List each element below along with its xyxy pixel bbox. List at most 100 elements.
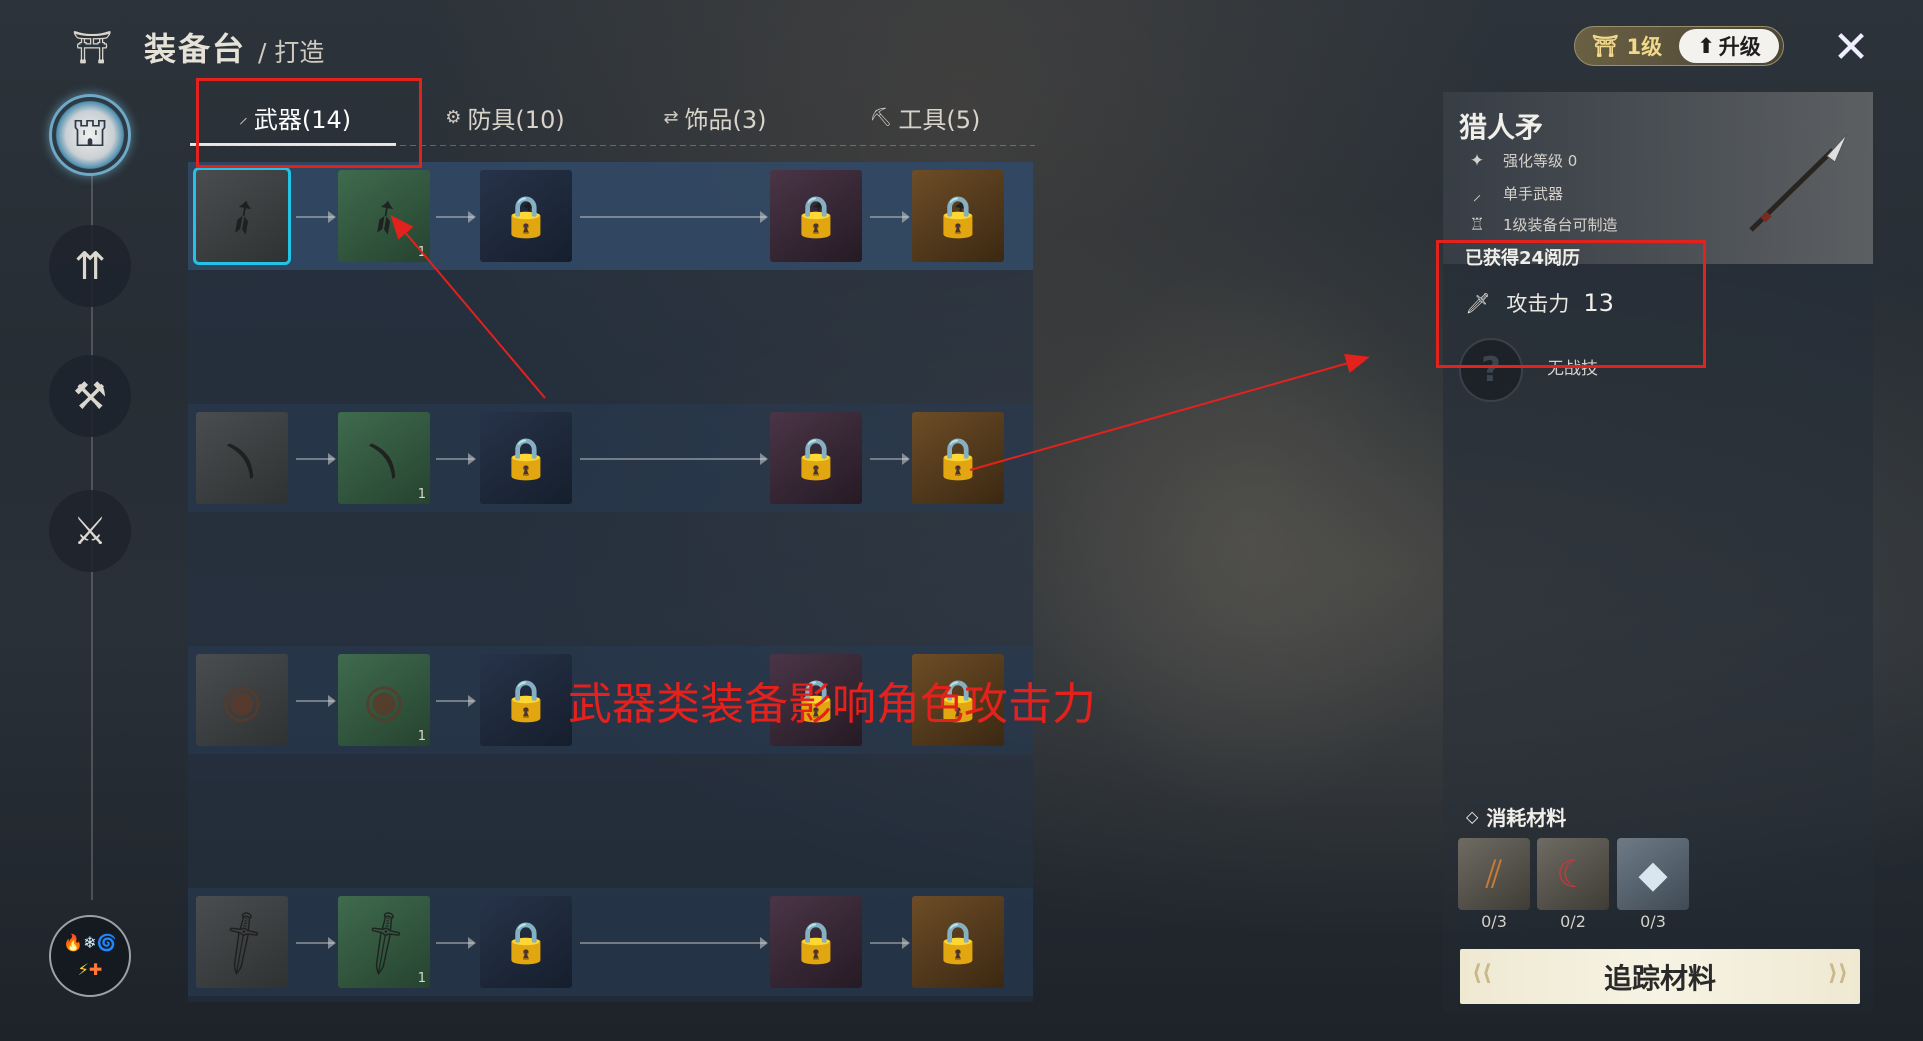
track-materials-label: 追踪材料 [1603, 961, 1716, 995]
sparkle-icon: ✦ [1469, 150, 1485, 171]
upgrade-arrow [580, 211, 768, 223]
lock-icon: 🔒 [791, 919, 841, 966]
item-slot-spear-locked-2[interactable]: ➶ 🔒 [770, 170, 862, 262]
crafting-grid: ➶ ➶ 1 ➶ 🔒 ➶ 🔒 ➶ 🔒 ) ) 1 🔒 🔒 🔒 ◉ ◉ 1 🔒 🔒 … [188, 162, 1033, 1002]
upgrade-arrow [870, 453, 910, 465]
anvil-icon: ⛩ [1591, 33, 1619, 58]
fire-icon: 🔥 [63, 933, 84, 952]
upgrade-arrow [436, 211, 476, 223]
upgrade-button[interactable]: ⬆ 升级 [1679, 29, 1779, 63]
rail-tools-button[interactable]: ⚒ [49, 355, 131, 437]
material-count: 0/3 [1481, 912, 1507, 931]
lock-icon: 🔒 [501, 919, 551, 966]
lock-icon: 🔒 [933, 919, 983, 966]
wind-icon: 🌀 [96, 933, 117, 952]
material-slot-wood[interactable]: ⫽ [1458, 838, 1530, 910]
tab-tools[interactable]: ⛏ 工具(5) [820, 88, 1030, 146]
shield-icon: ◉ [363, 673, 405, 727]
anvil-icon: ⛩ [71, 28, 113, 66]
tab-armor[interactable]: ⚙ 防具(10) [400, 88, 610, 146]
close-button[interactable]: ✕ [1826, 22, 1876, 73]
rail-upgrade-button[interactable]: ⇈ [49, 225, 131, 307]
annotation-box-stats [1436, 240, 1706, 368]
attr-weapon-type: ⸝ 单手武器 [1465, 182, 1563, 205]
lock-icon: 🔒 [501, 435, 551, 482]
anvil-icon: ♖ [1469, 214, 1485, 235]
lock-icon: 🔒 [501, 677, 551, 724]
ore-icon: ◆ [1638, 852, 1668, 896]
blade-icon: ⸝ [1472, 185, 1482, 205]
spear-icon: ➶ [352, 182, 416, 250]
tab-accessories[interactable]: ⇄ 饰品(3) [610, 88, 820, 146]
item-slot-sword-locked-1[interactable]: 🔒 [480, 896, 572, 988]
materials-title-text: 消耗材料 [1486, 806, 1567, 830]
item-slot-shield-locked-1[interactable]: 🔒 [480, 654, 572, 746]
sword-icon: 🗡 [202, 902, 282, 981]
hammer-wrench-icon: ⚒ [72, 374, 108, 418]
item-slot-bow-base[interactable]: ) [196, 412, 288, 504]
ornament-icon: ⟩⟩ [1827, 961, 1848, 986]
ice-icon: ❄ [83, 933, 97, 952]
item-slot-spear-locked-1[interactable]: ➶ 🔒 [480, 170, 572, 262]
item-slot-sword-crafted[interactable]: 🗡 1 [338, 896, 430, 988]
up-arrow-icon: ⬆ [1697, 34, 1715, 58]
item-slot-shield-crafted[interactable]: ◉ 1 [338, 654, 430, 746]
upgrade-arrow [296, 695, 336, 707]
claw-icon: ☾ [1555, 852, 1591, 896]
material-slot-ore[interactable]: ◆ [1617, 838, 1689, 910]
lock-icon: 🔒 [501, 193, 551, 240]
spear-icon [1749, 133, 1848, 232]
lock-icon: 🔒 [933, 193, 983, 240]
material-count: 0/3 [1640, 912, 1666, 931]
upgrade-arrow [870, 211, 910, 223]
lock-icon: 🔒 [791, 193, 841, 240]
material-slot-claw[interactable]: ☾ [1537, 838, 1609, 910]
ornament-icon: ⟨⟨ [1472, 961, 1493, 986]
materials-title: ◇ 消耗材料 [1466, 802, 1566, 831]
track-materials-button[interactable]: ⟨⟨ 追踪材料 ⟩⟩ [1460, 949, 1860, 1004]
lock-icon: 🔒 [791, 435, 841, 482]
attr-text: 单手武器 [1503, 185, 1564, 203]
upgrade-arrow [580, 453, 768, 465]
item-slot-bow-locked-2[interactable]: 🔒 [770, 412, 862, 504]
rail-elements-button[interactable]: 🔥 ❄ 🌀 ⚡ ✚ [49, 915, 131, 997]
breadcrumb: / 打造 [258, 38, 325, 67]
lock-icon: 🔒 [933, 435, 983, 482]
upgrade-arrow [296, 211, 336, 223]
attr-enhance-level: ✦ 强化等级 0 [1465, 150, 1577, 171]
item-quantity: 1 [417, 487, 426, 502]
attr-text: 1级装备台可制造 [1503, 216, 1618, 234]
rail-combat-button[interactable]: ⚔ [49, 490, 131, 572]
level-indicator: ⛩ 1级 [1575, 31, 1679, 61]
attr-text: 强化等级 0 [1503, 152, 1578, 170]
upgrade-arrow [436, 695, 476, 707]
item-quantity: 1 [417, 971, 426, 986]
item-slot-shield-base[interactable]: ◉ [196, 654, 288, 746]
bow-icon: ) [219, 430, 265, 486]
item-slot-bow-locked-1[interactable]: 🔒 [480, 412, 572, 504]
anvil-icon: ⛫ [71, 109, 109, 156]
item-slot-sword-base[interactable]: 🗡 [196, 896, 288, 988]
item-slot-bow-locked-3[interactable]: 🔒 [912, 412, 1004, 504]
level-label: 1级 [1626, 35, 1663, 59]
material-count: 0/2 [1560, 912, 1586, 931]
item-slot-sword-locked-3[interactable]: 🔒 [912, 896, 1004, 988]
item-slot-sword-locked-2[interactable]: 🔒 [770, 896, 862, 988]
item-slot-spear-crafted[interactable]: ➶ 1 [338, 170, 430, 262]
item-slot-bow-crafted[interactable]: ) 1 [338, 412, 430, 504]
annotation-box-tab [196, 78, 422, 168]
item-slot-spear-base[interactable]: ➶ [193, 167, 291, 265]
upgrade-arrow [870, 937, 910, 949]
rail-forge-button[interactable]: ⛫ [49, 94, 131, 176]
upgrade-label: 升级 [1718, 35, 1761, 59]
item-slot-spear-locked-3[interactable]: ➶ 🔒 [912, 170, 1004, 262]
gear-icon: ⚙ [445, 106, 462, 128]
tab-label: 饰品(3) [684, 105, 767, 134]
upgrade-arrow [436, 453, 476, 465]
shield-icon: ◉ [221, 673, 263, 727]
item-title: 猎人矛 [1459, 111, 1544, 144]
upgrade-arrow [296, 453, 336, 465]
attr-craft-requirement: ♖ 1级装备台可制造 [1465, 214, 1618, 235]
annotation-text: 武器类装备影响角色攻击力 [568, 679, 1096, 730]
lightning-icon: ⚡ [77, 960, 89, 979]
